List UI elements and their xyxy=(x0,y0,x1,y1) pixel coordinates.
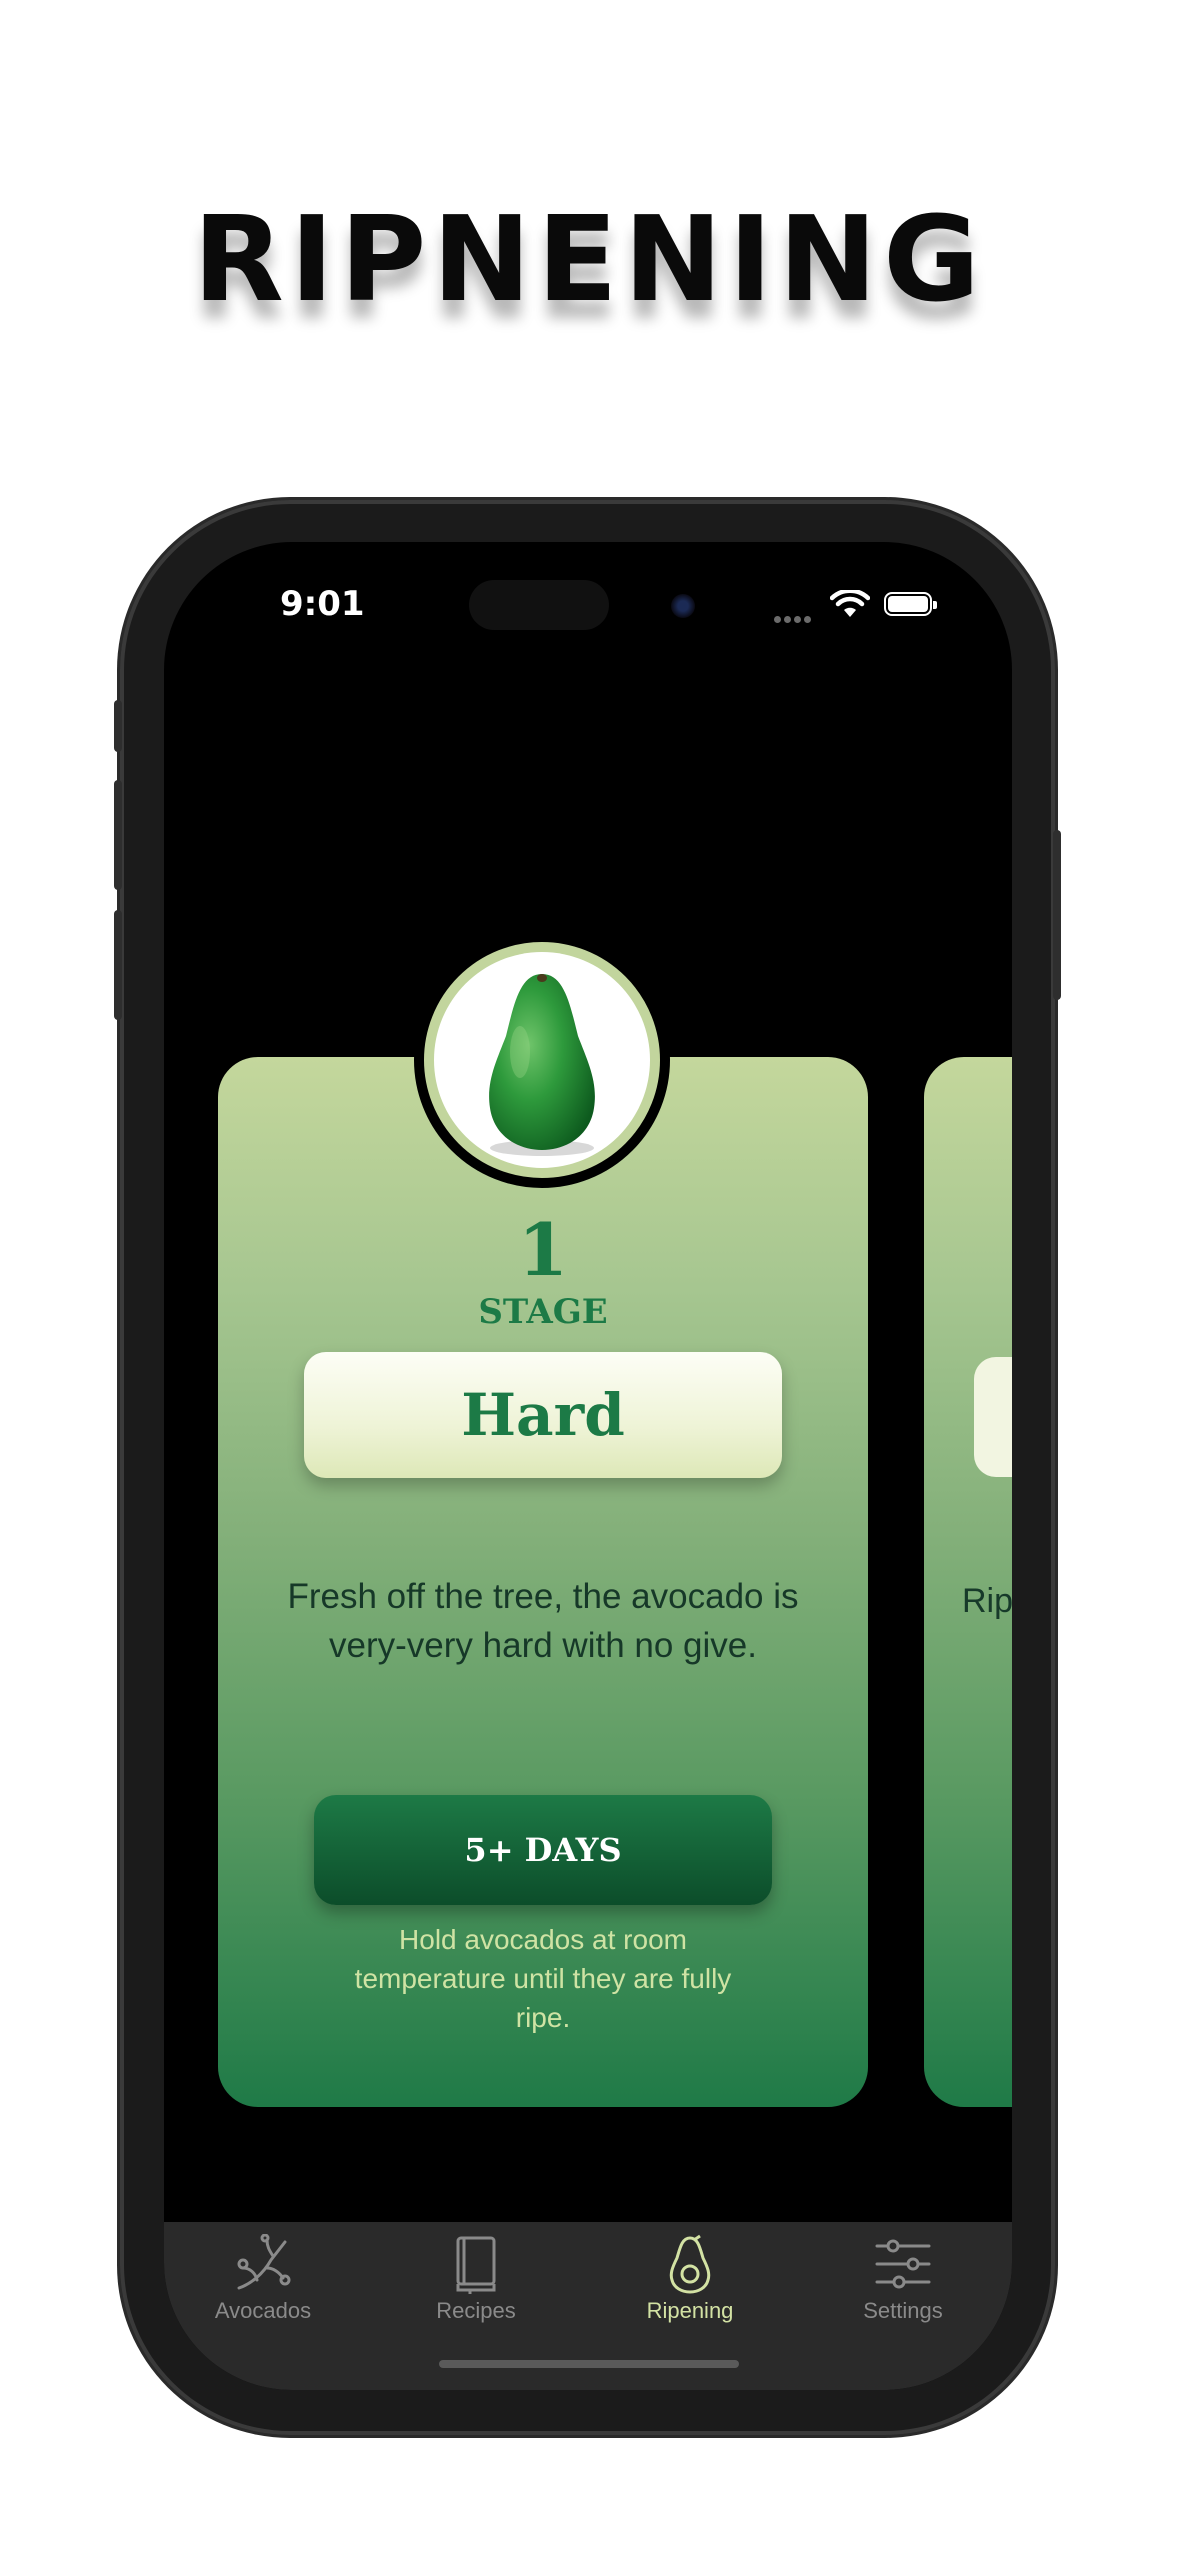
wifi-icon xyxy=(830,590,870,617)
stage-label: STAGE xyxy=(478,1292,608,1332)
avocado-image xyxy=(489,974,595,1156)
tab-avocados[interactable]: Avocados xyxy=(173,2234,353,2324)
tab-ripening[interactable]: Ripening xyxy=(600,2234,780,2324)
next-stage-description: Rip xyxy=(962,1582,1012,1620)
home-indicator[interactable] xyxy=(439,2360,739,2368)
tab-label-recipes: Recipes xyxy=(436,2298,516,2323)
stage-name: Hard xyxy=(461,1381,625,1449)
cellular-signal-icon xyxy=(774,610,814,628)
stage-image xyxy=(434,952,650,1168)
promo-headline: RIPNENING xyxy=(193,190,986,328)
stage-number: 1 xyxy=(517,1207,569,1292)
phone-volume-up xyxy=(114,780,122,890)
next-stage-card[interactable]: Rip xyxy=(924,1057,1012,2107)
stage-tip: Hold avocados at room temperature until … xyxy=(354,1924,732,2033)
dynamic-island xyxy=(469,580,609,630)
phone-power-button xyxy=(1053,830,1061,1000)
camera-icon xyxy=(671,594,695,618)
status-time: 9:01 xyxy=(280,584,365,624)
book-icon xyxy=(456,2236,496,2294)
tab-label-settings: Settings xyxy=(863,2298,943,2323)
stage-image-ring xyxy=(414,932,670,1188)
phone-volume-down xyxy=(114,910,122,1020)
tab-label-avocados: Avocados xyxy=(214,2298,312,2323)
sliders-icon xyxy=(875,2239,931,2289)
stage-description: Fresh off the tree, the avocado is very-… xyxy=(287,1577,799,1665)
phone-silent-switch xyxy=(114,700,122,752)
app-screen: 9:01 Rip 1 STAGE Hard Fresh off the tree… xyxy=(164,542,1012,2390)
avocado-icon xyxy=(669,2234,711,2294)
battery-icon xyxy=(884,592,937,616)
days-label: 5+ DAYS xyxy=(464,1831,622,1869)
tab-label-ripening: Ripening xyxy=(646,2298,734,2323)
tab-settings[interactable]: Settings xyxy=(813,2234,993,2324)
stage-name-badge: Hard xyxy=(304,1352,782,1478)
next-stage-pill xyxy=(974,1357,1012,1477)
branch-icon xyxy=(237,2234,291,2290)
tab-recipes[interactable]: Recipes xyxy=(386,2234,566,2324)
days-button[interactable]: 5+ DAYS xyxy=(314,1795,772,1905)
